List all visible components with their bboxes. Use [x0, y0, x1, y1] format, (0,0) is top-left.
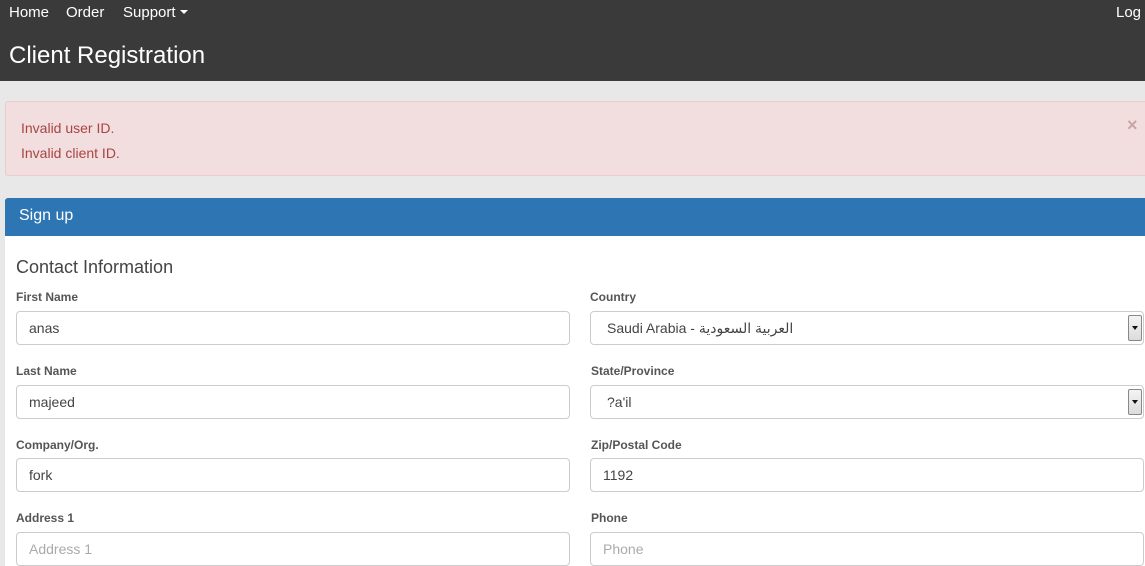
address1-placeholder: Address 1 — [29, 541, 93, 557]
company-value: fork — [29, 467, 53, 483]
alert-message: Invalid client ID. — [21, 145, 120, 161]
error-alert: Invalid user ID. Invalid client ID. × — [5, 101, 1145, 176]
close-icon[interactable]: × — [1127, 116, 1138, 134]
nav-support-label: Support — [123, 4, 176, 21]
address1-label: Address 1 — [16, 511, 75, 525]
top-header: Home Order Support Log Client Registrati… — [0, 0, 1145, 81]
last-name-value: majeed — [29, 394, 75, 410]
zip-label: Zip/Postal Code — [591, 438, 682, 452]
nav-order-link[interactable]: Order — [66, 4, 104, 21]
state-value: ?a'il — [607, 394, 632, 410]
zip-value: 1192 — [603, 467, 634, 483]
top-nav: Home Order Support Log — [0, 0, 1145, 28]
first-name-input[interactable]: anas — [16, 311, 570, 345]
country-label: Country — [590, 290, 636, 304]
address1-input[interactable]: Address 1 — [16, 532, 570, 566]
last-name-label: Last Name — [16, 364, 77, 378]
section-title: Contact Information — [16, 257, 174, 277]
alert-message: Invalid user ID. — [21, 120, 115, 136]
company-input[interactable]: fork — [16, 458, 570, 492]
phone-placeholder: Phone — [603, 541, 644, 557]
country-select[interactable]: Saudi Arabia - العربية السعودية — [590, 311, 1144, 345]
chevron-down-icon — [179, 10, 188, 15]
last-name-input[interactable]: majeed — [16, 385, 570, 419]
nav-login-link[interactable]: Log — [1116, 4, 1141, 21]
nav-support-dropdown[interactable]: Support — [123, 4, 188, 21]
select-arrow-icon[interactable] — [1128, 315, 1142, 341]
panel-title: Sign up — [19, 207, 74, 224]
country-value: Saudi Arabia - العربية السعودية — [607, 320, 794, 336]
first-name-label: First Name — [16, 290, 79, 304]
nav-home-link[interactable]: Home — [9, 4, 49, 21]
signup-panel-heading: Sign up — [5, 198, 1145, 236]
phone-label: Phone — [591, 511, 628, 525]
page-title: Client Registration — [9, 42, 206, 69]
state-select[interactable]: ?a'il — [590, 385, 1144, 419]
phone-input[interactable]: Phone — [590, 532, 1144, 566]
select-arrow-icon[interactable] — [1128, 389, 1142, 415]
state-label: State/Province — [591, 364, 675, 378]
zip-input[interactable]: 1192 — [590, 458, 1144, 492]
first-name-value: anas — [29, 320, 60, 336]
company-label: Company/Org. — [16, 438, 99, 452]
